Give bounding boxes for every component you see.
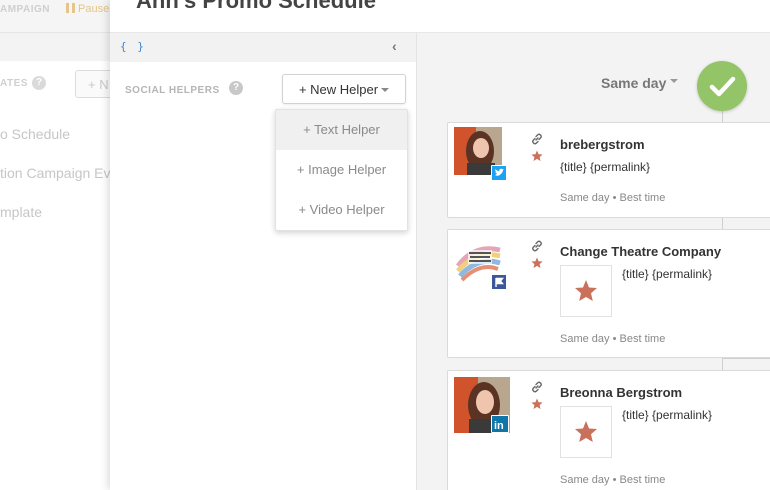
post-card[interactable]: brebergstrom {title} {permalink} Same da… — [447, 122, 770, 218]
background-toolbar — [0, 33, 112, 61]
menu-item-image-helper[interactable]: + Image Helper — [276, 150, 407, 190]
caret-down-icon — [670, 79, 679, 83]
schedule-panel: Same day brebergstrom {title} {permalink… — [416, 33, 770, 490]
post-card[interactable]: Change Theatre Company {title} {permalin… — [447, 229, 770, 358]
menu-item-text-helper[interactable]: + Text Helper — [276, 110, 407, 150]
post-timing: Same day • Best time — [560, 333, 666, 345]
star-icon[interactable] — [531, 257, 543, 269]
collapse-panel-icon[interactable]: ‹ — [392, 38, 397, 54]
star-icon — [575, 280, 597, 301]
template-item[interactable]: o Schedule — [0, 126, 70, 142]
link-icon[interactable] — [530, 380, 544, 394]
post-timing: Same day • Best time — [560, 474, 666, 486]
modal-title: Ann's Promo Schedule — [136, 0, 376, 13]
twitter-icon — [491, 165, 507, 181]
facebook-page-icon — [491, 274, 507, 290]
post-text[interactable]: {title} {permalink} — [560, 160, 650, 174]
template-item[interactable]: mplate — [0, 204, 42, 220]
confirm-button[interactable] — [697, 61, 747, 111]
link-icon[interactable] — [530, 132, 544, 146]
templates-help-icon[interactable]: ? — [32, 76, 46, 90]
star-icon — [575, 421, 597, 442]
social-helpers-label: SOCIAL HELPERS — [125, 85, 220, 96]
schedule-modal: Ann's Promo Schedule { } ‹ SOCIAL HELPER… — [110, 0, 770, 490]
new-helper-label: + New Helper — [298, 82, 379, 97]
timing-filter-label: Same day — [601, 75, 667, 91]
star-icon[interactable] — [531, 150, 543, 162]
image-placeholder[interactable] — [560, 406, 612, 458]
timing-filter-dropdown[interactable]: Same day — [601, 75, 679, 91]
timeline-connector — [722, 358, 770, 359]
new-template-button[interactable]: + N — [75, 70, 115, 98]
link-icon[interactable] — [530, 239, 544, 253]
post-timing: Same day • Best time — [560, 192, 666, 204]
account-name: Breonna Bergstrom — [560, 385, 683, 400]
caret-down-icon — [381, 88, 390, 92]
template-item[interactable]: tion Campaign Ev — [0, 165, 111, 181]
campaign-label: AMPAIGN — [0, 4, 50, 15]
helpers-toolbar — [110, 33, 416, 62]
post-text[interactable]: {title} {permalink} — [622, 267, 712, 281]
social-helpers-help-icon[interactable]: ? — [229, 81, 243, 95]
account-name: Change Theatre Company — [560, 244, 722, 259]
menu-item-video-helper[interactable]: + Video Helper — [276, 190, 407, 230]
post-text[interactable]: {title} {permalink} — [622, 408, 712, 422]
account-name: brebergstrom — [560, 137, 645, 152]
pause-icon — [66, 3, 75, 13]
new-helper-button[interactable]: + New Helper — [282, 74, 406, 104]
svg-text:in: in — [494, 420, 504, 432]
post-card[interactable]: in Breonna Bergstrom {title} {permalink}… — [447, 370, 770, 490]
new-helper-menu: + Text Helper + Image Helper + Video Hel… — [275, 109, 408, 231]
social-helpers-panel: { } ‹ SOCIAL HELPERS ? + New Helper + Te… — [110, 33, 416, 490]
check-icon — [709, 76, 736, 97]
image-placeholder[interactable] — [560, 265, 612, 317]
templates-label: ATES — [0, 78, 28, 89]
star-icon[interactable] — [531, 398, 543, 410]
paused-status[interactable]: Pause — [66, 3, 109, 15]
linkedin-icon: in — [491, 415, 509, 433]
paused-label: Pause — [78, 3, 110, 15]
code-braces-icon[interactable]: { } — [120, 40, 146, 53]
